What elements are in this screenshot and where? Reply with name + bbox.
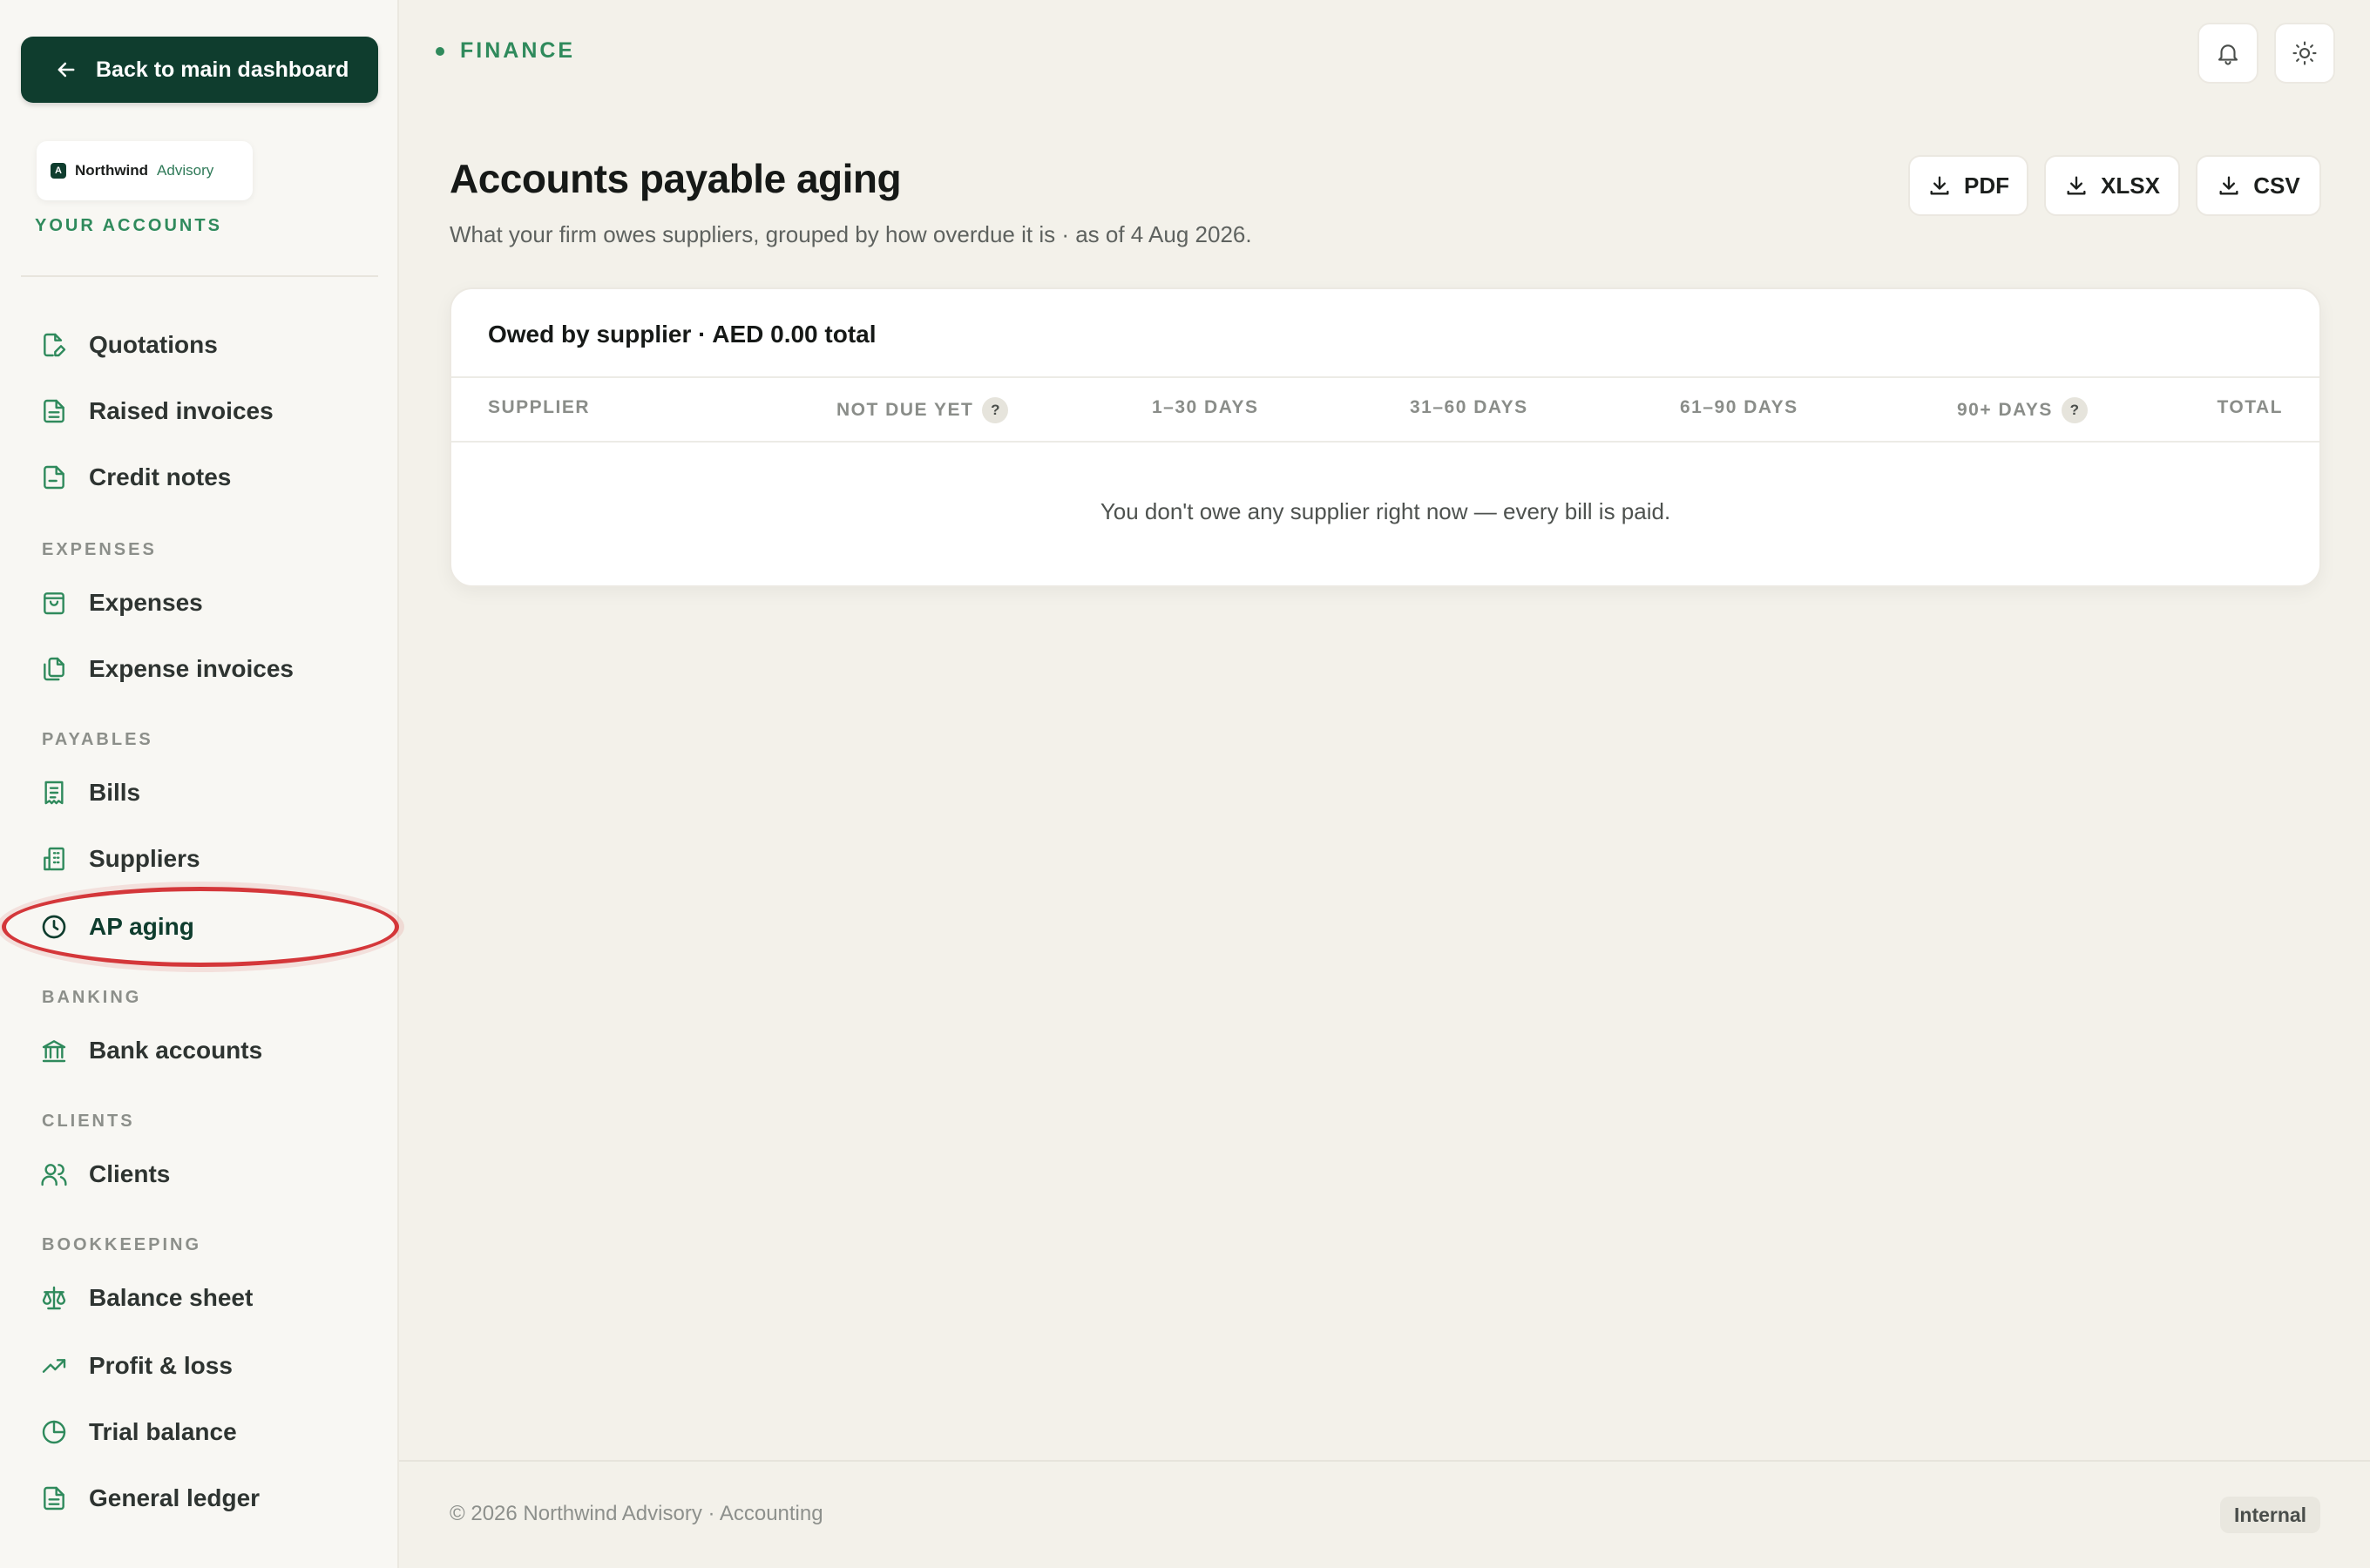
sidebar-item-bank-accounts[interactable]: Bank accounts bbox=[38, 1031, 262, 1070]
column-header-90-plus-days[interactable]: 90+ DAYS ? bbox=[1957, 397, 2088, 423]
section-label-banking: BANKING bbox=[42, 988, 142, 1007]
file-text-icon bbox=[38, 1483, 70, 1514]
help-icon[interactable]: ? bbox=[2061, 397, 2088, 423]
help-icon[interactable]: ? bbox=[982, 397, 1009, 423]
sidebar-item-credit-notes[interactable]: Credit notes bbox=[38, 458, 231, 497]
files-icon bbox=[38, 653, 70, 685]
sidebar-item-label: Trial balance bbox=[89, 1418, 237, 1445]
column-header-label: 90+ DAYS bbox=[1957, 400, 2053, 420]
download-icon bbox=[2219, 176, 2238, 195]
column-header-31-60-days[interactable]: 31–60 DAYS bbox=[1410, 397, 1528, 418]
sidebar-item-label: Balance sheet bbox=[89, 1284, 254, 1311]
sidebar-item-label: Profit & loss bbox=[89, 1352, 233, 1379]
sidebar: Back to main dashboard A Northwind Advis… bbox=[0, 0, 399, 1568]
document-edit-icon bbox=[38, 329, 70, 361]
receipt-icon bbox=[38, 777, 70, 808]
sidebar-item-label: Suppliers bbox=[89, 845, 200, 872]
your-accounts-label: YOUR ACCOUNTS bbox=[35, 216, 222, 235]
column-header-total[interactable]: TOTAL bbox=[2217, 397, 2283, 418]
status-badge: Internal bbox=[2220, 1497, 2321, 1533]
notifications-button[interactable] bbox=[2197, 23, 2258, 84]
sidebar-item-bills[interactable]: Bills bbox=[38, 774, 140, 812]
column-header-1-30-days[interactable]: 1–30 DAYS bbox=[1152, 397, 1258, 418]
export-xlsx-button[interactable]: XLSX bbox=[2044, 155, 2180, 216]
sidebar-item-label: Expense invoices bbox=[89, 655, 295, 682]
footer-divider bbox=[399, 1460, 2370, 1462]
sidebar-item-label: Bank accounts bbox=[89, 1037, 263, 1064]
bank-icon bbox=[38, 1035, 70, 1066]
export-csv-button[interactable]: CSV bbox=[2196, 155, 2321, 216]
back-button-label: Back to main dashboard bbox=[96, 57, 349, 82]
export-xlsx-label: XLSX bbox=[2101, 172, 2160, 199]
theme-toggle-button[interactable] bbox=[2274, 23, 2335, 84]
trending-up-icon bbox=[38, 1350, 70, 1382]
column-header-label: 31–60 DAYS bbox=[1410, 397, 1528, 417]
sidebar-item-label: Quotations bbox=[89, 331, 218, 358]
users-icon bbox=[38, 1159, 70, 1190]
sidebar-item-clients[interactable]: Clients bbox=[38, 1155, 170, 1193]
sidebar-item-expense-invoices[interactable]: Expense invoices bbox=[38, 650, 294, 688]
column-header-label: 1–30 DAYS bbox=[1152, 397, 1259, 417]
building-icon bbox=[38, 843, 70, 875]
sidebar-item-balance-sheet[interactable]: Balance sheet bbox=[38, 1279, 253, 1317]
sidebar-item-raised-invoices[interactable]: Raised invoices bbox=[38, 392, 274, 430]
download-icon bbox=[1930, 176, 1949, 195]
sidebar-item-suppliers[interactable]: Suppliers bbox=[38, 840, 200, 878]
column-header-label: SUPPLIER bbox=[488, 397, 591, 417]
column-header-61-90-days[interactable]: 61–90 DAYS bbox=[1680, 397, 1798, 418]
table-title: Owed by supplier · AED 0.00 total bbox=[488, 321, 877, 348]
bell-icon bbox=[2218, 44, 2238, 65]
pie-chart-icon bbox=[38, 1416, 70, 1448]
footer-copyright: © 2026 Northwind Advisory · Accounting bbox=[450, 1502, 823, 1525]
brand-name: Northwind bbox=[75, 162, 149, 179]
sidebar-item-label: General ledger bbox=[89, 1484, 261, 1511]
column-header-not-due[interactable]: NOT DUE YET ? bbox=[836, 397, 1009, 423]
sidebar-item-expenses[interactable]: Expenses bbox=[38, 584, 203, 622]
scale-icon bbox=[38, 1282, 70, 1314]
file-icon bbox=[38, 462, 70, 493]
arrow-left-icon bbox=[58, 62, 75, 78]
highlight-annotation bbox=[2, 887, 399, 967]
brand-logo[interactable]: A Northwind Advisory bbox=[37, 141, 253, 200]
section-label-expenses: EXPENSES bbox=[42, 540, 157, 559]
breadcrumb-dot bbox=[436, 46, 444, 56]
page-subtitle: What your firm owes suppliers, grouped b… bbox=[450, 221, 1252, 247]
column-header-supplier[interactable]: SUPPLIER bbox=[488, 397, 590, 418]
aging-table-card: Owed by supplier · AED 0.00 total SUPPLI… bbox=[450, 287, 2321, 587]
sidebar-divider bbox=[21, 275, 378, 277]
sidebar-item-label: Expenses bbox=[89, 589, 203, 616]
column-header-label: NOT DUE YET bbox=[836, 400, 974, 420]
sidebar-item-label: Raised invoices bbox=[89, 397, 274, 424]
column-header-label: 61–90 DAYS bbox=[1680, 397, 1798, 417]
breadcrumb-label: FINANCE bbox=[460, 38, 576, 63]
empty-state-message: You don't owe any supplier right now — e… bbox=[1100, 498, 1671, 524]
download-icon bbox=[2067, 176, 2086, 195]
section-label-clients: CLIENTS bbox=[42, 1112, 135, 1131]
sidebar-item-profit-loss[interactable]: Profit & loss bbox=[38, 1347, 233, 1385]
sidebar-item-general-ledger[interactable]: General ledger bbox=[38, 1479, 260, 1517]
file-text-icon bbox=[38, 395, 70, 427]
divider bbox=[451, 441, 2319, 443]
page-title: Accounts payable aging bbox=[450, 156, 902, 201]
sidebar-item-label: Clients bbox=[89, 1160, 171, 1187]
sidebar-item-label: Bills bbox=[89, 779, 141, 806]
section-label-bookkeeping: BOOKKEEPING bbox=[42, 1235, 202, 1254]
sidebar-item-trial-balance[interactable]: Trial balance bbox=[38, 1413, 237, 1451]
section-label-payables: PAYABLES bbox=[42, 730, 153, 749]
back-to-dashboard-button[interactable]: Back to main dashboard bbox=[21, 37, 378, 103]
export-pdf-button[interactable]: PDF bbox=[1908, 155, 2028, 216]
divider bbox=[451, 376, 2319, 378]
brand-sub: Advisory bbox=[157, 162, 214, 179]
column-header-label: TOTAL bbox=[2217, 397, 2283, 417]
export-csv-label: CSV bbox=[2253, 172, 2300, 199]
shopping-bag-icon bbox=[38, 587, 70, 618]
sun-icon bbox=[2292, 41, 2317, 65]
brand-mark-icon: A bbox=[51, 163, 66, 179]
sidebar-item-label: Credit notes bbox=[89, 463, 232, 490]
export-pdf-label: PDF bbox=[1964, 172, 2009, 199]
sidebar-item-quotations[interactable]: Quotations bbox=[38, 326, 218, 364]
breadcrumb: FINANCE bbox=[436, 38, 575, 64]
